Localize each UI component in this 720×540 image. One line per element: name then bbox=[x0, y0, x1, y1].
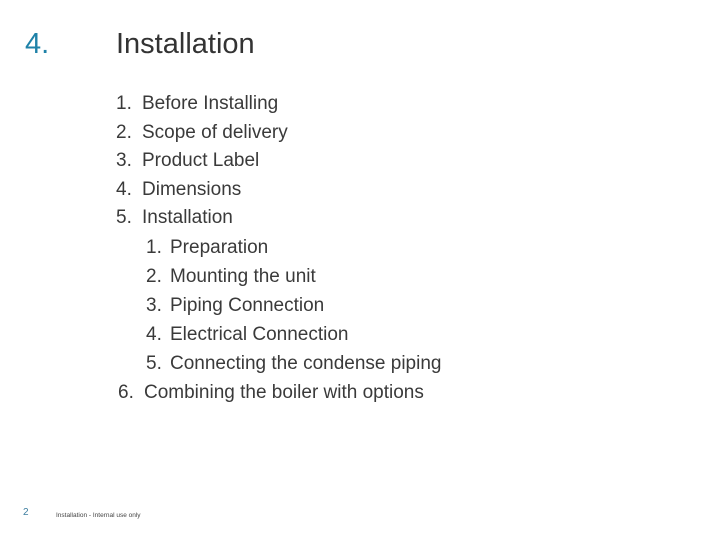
toc-subitem-number: 1. bbox=[146, 236, 162, 258]
toc-subitem-number: 3. bbox=[146, 294, 162, 316]
toc-item-number: 2. bbox=[116, 121, 132, 143]
footer-text: Installation - Internal use only bbox=[56, 512, 141, 519]
table-of-contents: 1. Before Installing 2. Scope of delivery … bbox=[116, 90, 441, 408]
toc-item-number: 3. bbox=[116, 150, 132, 171]
page-number: 2 bbox=[23, 507, 29, 518]
toc-item-label: Dimensions bbox=[142, 178, 242, 200]
toc-item-label: Scope of delivery bbox=[142, 121, 288, 143]
toc-subitem-label: Connecting the condense piping bbox=[170, 352, 442, 374]
section-number: 4. bbox=[25, 28, 50, 60]
toc-item-number: 6. bbox=[118, 381, 134, 403]
toc-subitem-number: 5. bbox=[146, 352, 162, 374]
toc-item-label: Product Label bbox=[142, 150, 260, 171]
toc-item-label: Combining the boiler with options bbox=[144, 381, 424, 403]
toc-item-number: 1. bbox=[116, 93, 132, 114]
toc-subitem-label: Electrical Connection bbox=[170, 323, 349, 345]
toc-subitem-number: 2. bbox=[146, 265, 162, 287]
toc-subitem-label: Preparation bbox=[170, 236, 269, 258]
toc-item-number: 4. bbox=[116, 178, 132, 200]
toc-item: 1. Before Installing bbox=[116, 90, 441, 119]
toc-subitem: 4. Electrical Connection bbox=[116, 320, 441, 349]
toc-subitem: 5. Connecting the condense piping bbox=[116, 349, 441, 378]
toc-item: 3. Product Label bbox=[116, 147, 441, 176]
section-title: Installation bbox=[116, 28, 255, 60]
toc-item-label: Before Installing bbox=[142, 93, 279, 114]
toc-item-number: 5. bbox=[116, 207, 132, 228]
toc-subitem: 2. Mounting the unit bbox=[116, 262, 441, 291]
toc-subitem: 1. Preparation bbox=[116, 233, 441, 262]
toc-item: 5. Installation bbox=[116, 204, 441, 233]
toc-item: 2. Scope of delivery bbox=[116, 119, 441, 148]
toc-item: 4. Dimensions bbox=[116, 176, 441, 205]
toc-subitem-label: Piping Connection bbox=[170, 294, 325, 316]
toc-item-label: Installation bbox=[142, 207, 233, 228]
toc-item: 6. Combining the boiler with options bbox=[116, 378, 441, 408]
toc-subitem-number: 4. bbox=[146, 323, 162, 345]
toc-subitem-label: Mounting the unit bbox=[170, 265, 316, 287]
toc-subitem: 3. Piping Connection bbox=[116, 291, 441, 320]
